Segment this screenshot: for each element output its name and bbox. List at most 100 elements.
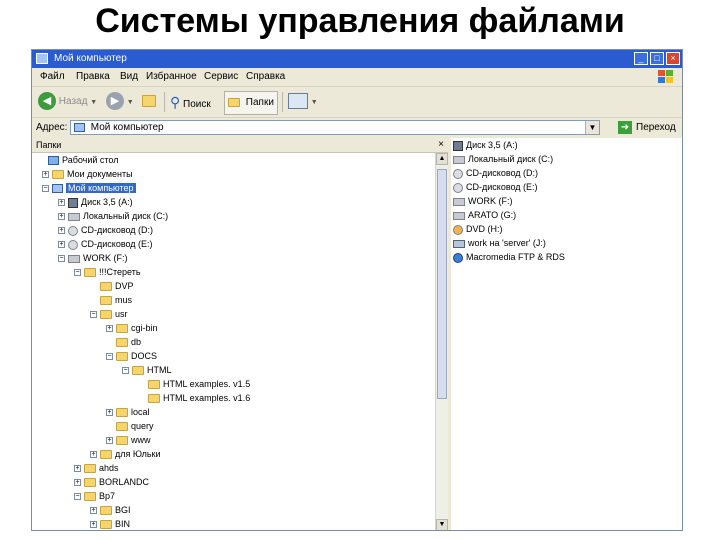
expand-icon[interactable]: + — [58, 199, 65, 207]
tree-item-my-computer[interactable]: − Мой компьютер — [42, 181, 136, 195]
tree-item-folder[interactable]: mus — [90, 293, 132, 307]
drive-item[interactable]: DVD (H:) — [453, 222, 503, 236]
go-button[interactable]: Переход — [636, 118, 676, 138]
expand-icon[interactable]: + — [106, 409, 113, 417]
drive-item[interactable]: Локальный диск (C:) — [453, 152, 553, 166]
expand-icon[interactable]: + — [42, 171, 49, 179]
title-bar[interactable]: Мой компьютер _ □ × — [32, 50, 682, 68]
tree-expander — [38, 157, 45, 164]
tree-item-folder[interactable]: HTML examples. v1.6 — [138, 391, 250, 405]
tree-item-folder[interactable]: DVP — [90, 279, 134, 293]
expand-icon[interactable]: + — [58, 241, 65, 249]
toolbar-separator — [164, 92, 165, 112]
tree-item-drive-a[interactable]: + Диск 3,5 (A:) — [58, 195, 133, 209]
forward-button[interactable]: ▶ ▼ — [106, 91, 134, 113]
tree-item-folder[interactable]: + BORLANDC — [74, 475, 149, 489]
drive-item[interactable]: WORK (F:) — [453, 194, 513, 208]
tree-item-drive-c[interactable]: + Локальный диск (C:) — [58, 209, 168, 223]
tree-item-label: usr — [115, 309, 128, 319]
expand-icon[interactable]: + — [58, 227, 65, 235]
expand-icon[interactable]: + — [106, 437, 113, 445]
tree-item-my-documents[interactable]: + Мои документы — [42, 167, 133, 181]
tree-item-label: DOCS — [131, 351, 158, 361]
drive-item[interactable]: CD-дисковод (E:) — [453, 180, 538, 194]
drive-item[interactable]: CD-дисковод (D:) — [453, 166, 538, 180]
tree-item-folder[interactable]: HTML examples. v1.5 — [138, 377, 250, 391]
back-button[interactable]: ◀ Назад ▼ — [38, 91, 97, 113]
folders-button[interactable]: Папки — [224, 91, 278, 115]
views-button[interactable]: ▼ — [288, 91, 318, 113]
drive-icon — [453, 155, 465, 164]
tree-item-label: Локальный диск (C:) — [83, 211, 169, 221]
tree-item-drive-d[interactable]: + CD-дисковод (D:) — [58, 223, 153, 237]
tree-item-folder[interactable]: − !!!Стереть — [74, 265, 141, 279]
expand-icon[interactable]: + — [58, 213, 65, 221]
collapse-icon[interactable]: − — [90, 311, 97, 319]
collapse-icon[interactable]: − — [122, 367, 129, 375]
up-folder-button[interactable] — [142, 91, 159, 113]
expand-icon[interactable]: + — [74, 479, 81, 487]
drive-item[interactable]: Диск 3,5 (A:) — [453, 138, 518, 152]
collapse-icon[interactable]: − — [58, 255, 65, 263]
tree-item-folder[interactable]: − HTML — [122, 363, 172, 377]
views-icon — [288, 93, 308, 110]
folder-icon — [100, 282, 112, 292]
collapse-icon[interactable]: − — [42, 185, 49, 193]
macromedia-icon — [453, 252, 463, 263]
menu-edit[interactable]: Правка — [76, 68, 110, 86]
tree-item-drive-f[interactable]: − WORK (F:) — [58, 251, 128, 265]
go-arrow-icon[interactable]: ➜ — [618, 121, 632, 134]
menu-tools[interactable]: Сервис — [204, 68, 238, 86]
tree-item-folder[interactable]: + BGI — [90, 503, 131, 517]
chevron-down-icon[interactable]: ▼ — [585, 121, 599, 134]
tree-item-folder[interactable]: + local — [106, 405, 150, 419]
tree-item-folder[interactable]: db — [106, 335, 141, 349]
scroll-up-icon[interactable]: ▲ — [436, 153, 448, 165]
drive-item[interactable]: ARATO (G:) — [453, 208, 516, 222]
address-input[interactable]: Мой компьютер ▼ — [70, 120, 600, 135]
tree-item-drive-e[interactable]: + CD-дисковод (E:) — [58, 237, 153, 251]
forward-arrow-icon: ▶ — [106, 92, 124, 111]
collapse-icon[interactable]: − — [106, 353, 113, 361]
drive-item[interactable]: Macromedia FTP & RDS — [453, 250, 565, 264]
expand-icon[interactable]: + — [90, 451, 97, 459]
menu-favorites[interactable]: Избранное — [146, 68, 197, 86]
expand-icon[interactable]: + — [74, 465, 81, 473]
maximize-button[interactable]: □ — [650, 52, 664, 65]
expand-icon[interactable]: + — [106, 325, 113, 333]
minimize-button[interactable]: _ — [634, 52, 648, 65]
explorer-window: Мой компьютер _ □ × Файл Правка Вид Избр… — [31, 49, 683, 531]
tree-item-folder[interactable]: + www — [106, 433, 151, 447]
expand-icon[interactable]: + — [90, 507, 97, 515]
menu-view[interactable]: Вид — [120, 68, 138, 86]
tree-item-folder[interactable]: + для Юльки — [90, 447, 160, 461]
tree-item-folder[interactable]: − Bp7 — [74, 489, 115, 503]
search-button[interactable]: ⚲ Поиск — [170, 91, 211, 113]
collapse-icon[interactable]: − — [74, 493, 81, 501]
drive-item[interactable]: work на 'server' (J:) — [453, 236, 546, 250]
expand-icon[interactable]: + — [90, 521, 97, 529]
tree-item-folder[interactable]: + ahds — [74, 461, 119, 475]
folder-icon — [52, 170, 64, 180]
search-label: Поиск — [183, 99, 211, 110]
menu-help[interactable]: Справка — [246, 68, 285, 86]
tree-item-folder[interactable]: − DOCS — [106, 349, 157, 363]
tree-item-folder[interactable]: + cgi-bin — [106, 321, 158, 335]
tree-item-folder[interactable]: query — [106, 419, 154, 433]
tree-expander — [106, 339, 113, 346]
tree-item-desktop[interactable]: Рабочий стол — [38, 153, 119, 167]
drive-item-label: CD-дисковод (D:) — [466, 168, 539, 178]
tree-item-label: mus — [115, 295, 133, 305]
close-button[interactable]: × — [666, 52, 680, 65]
collapse-icon[interactable]: − — [74, 269, 81, 277]
tree-item-folder[interactable]: + BIN — [90, 517, 130, 530]
tree-item-folder[interactable]: − usr — [90, 307, 128, 321]
menu-file[interactable]: Файл — [40, 68, 65, 86]
tree-item-label: Мой компьютер — [66, 183, 136, 193]
tree-scrollbar[interactable]: ▲ ▼ — [435, 153, 448, 530]
scrollbar-thumb[interactable] — [437, 169, 447, 399]
close-icon[interactable]: × — [438, 138, 444, 152]
scroll-down-icon[interactable]: ▼ — [436, 519, 448, 530]
drive-item-label: DVD (H:) — [466, 224, 503, 234]
tree-item-label: db — [131, 337, 142, 347]
